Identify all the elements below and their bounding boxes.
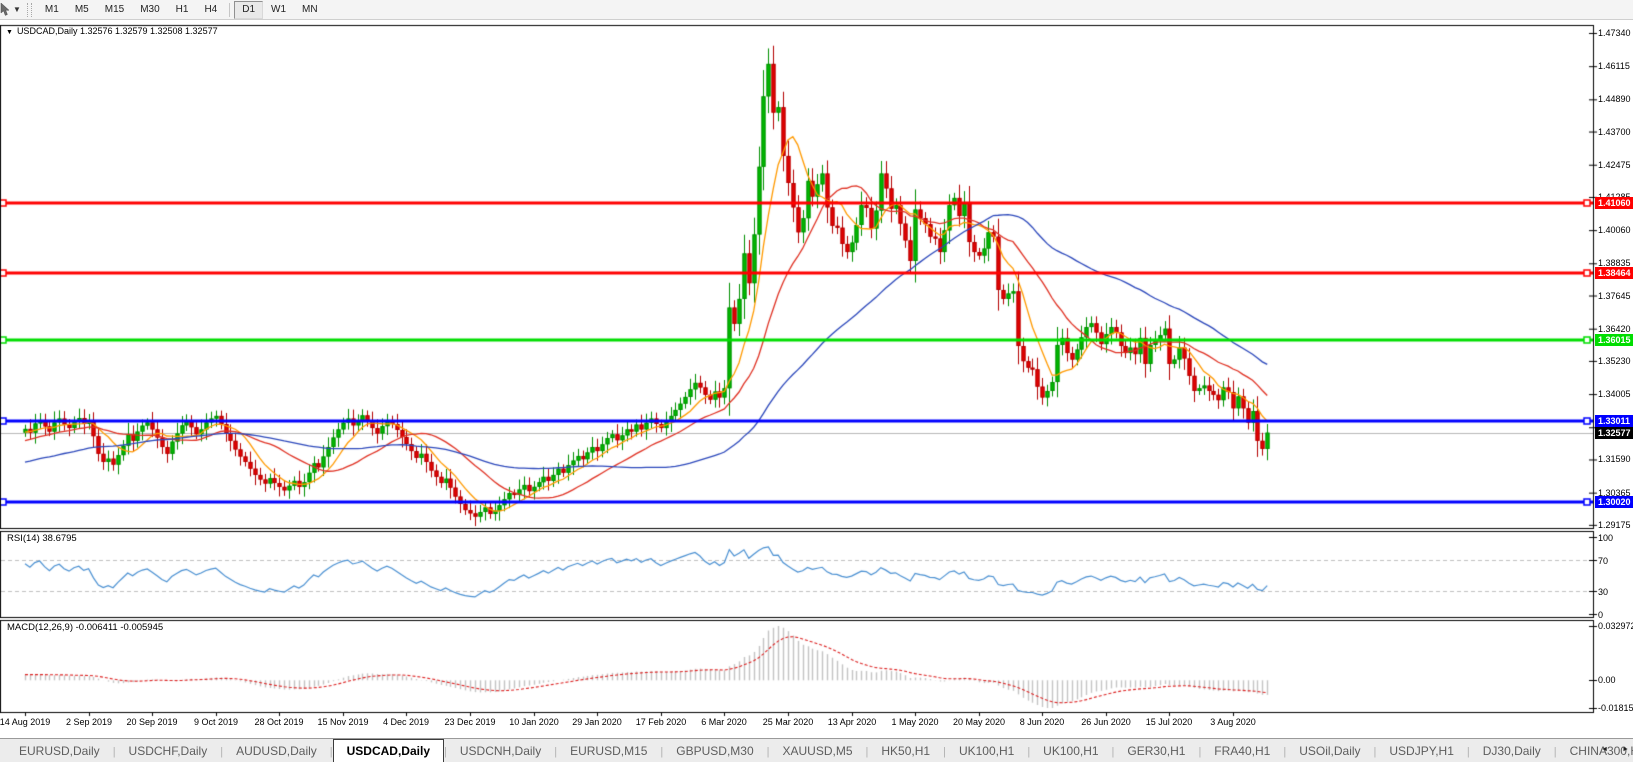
timeframe-button-d1[interactable]: D1 (234, 0, 264, 19)
tab-scroll-right-icon[interactable]: ► (1622, 746, 1629, 753)
chart-tab-uk100-h1[interactable]: UK100,H1 (1030, 741, 1111, 762)
dropdown-caret-icon[interactable]: ▼ (13, 5, 21, 14)
timeframe-button-mn[interactable]: MN (294, 1, 326, 19)
tab-scroll-left-icon[interactable]: ◄ (1601, 746, 1608, 753)
chart-tab-usdjpy-h1[interactable]: USDJPY,H1 (1376, 741, 1466, 762)
timeframe-button-h4[interactable]: H4 (196, 1, 225, 19)
chart-tab-gbpusd-m30[interactable]: GBPUSD,M30 (663, 741, 766, 762)
chart-tab-usdcnh-daily[interactable]: USDCNH,Daily (447, 741, 554, 762)
timeframe-button-m15[interactable]: M15 (97, 1, 132, 19)
price-chart-canvas[interactable] (0, 20, 1633, 738)
chart-tab-dj30-daily[interactable]: DJ30,Daily (1470, 741, 1554, 762)
cursor-tool-icon[interactable] (0, 2, 12, 17)
chart-tab-audusd-daily[interactable]: AUDUSD,Daily (223, 741, 330, 762)
chart-tab-uk100-h1[interactable]: UK100,H1 (946, 741, 1027, 762)
timeframe-button-m5[interactable]: M5 (67, 1, 97, 19)
toolbar-separator (229, 2, 231, 17)
chart-tab-ger30-h1[interactable]: GER30,H1 (1114, 741, 1198, 762)
chart-tab-hk50-h1[interactable]: HK50,H1 (868, 741, 943, 762)
chart-tab-usdcad-daily[interactable]: USDCAD,Daily (332, 739, 444, 762)
timeframe-button-m1[interactable]: M1 (37, 1, 67, 19)
chart-tab-xauusd-m5[interactable]: XAUUSD,M5 (770, 741, 866, 762)
chart-tab-fra40-h1[interactable]: FRA40,H1 (1201, 741, 1283, 762)
chart-tab-eurusd-m15[interactable]: EURUSD,M15 (557, 741, 660, 762)
chart-tab-eurusd-daily[interactable]: EURUSD,Daily (6, 741, 113, 762)
timeframe-button-w1[interactable]: W1 (263, 1, 294, 19)
chart-tabbar: EURUSD,Daily | USDCHF,Daily | AUDUSD,Daily | U… (0, 738, 1633, 762)
timeframe-toolbar: ▼ M1 M5 M15 M30 H1 H4 D1 W1 MN (0, 0, 1633, 20)
timeframe-button-h1[interactable]: H1 (168, 1, 197, 19)
chart-tab-usoil-daily[interactable]: USOil,Daily (1286, 741, 1373, 762)
chart-tab-usdchf-daily[interactable]: USDCHF,Daily (116, 741, 221, 762)
toolbar-grip (26, 2, 32, 17)
timeframe-button-m30[interactable]: M30 (132, 1, 167, 19)
